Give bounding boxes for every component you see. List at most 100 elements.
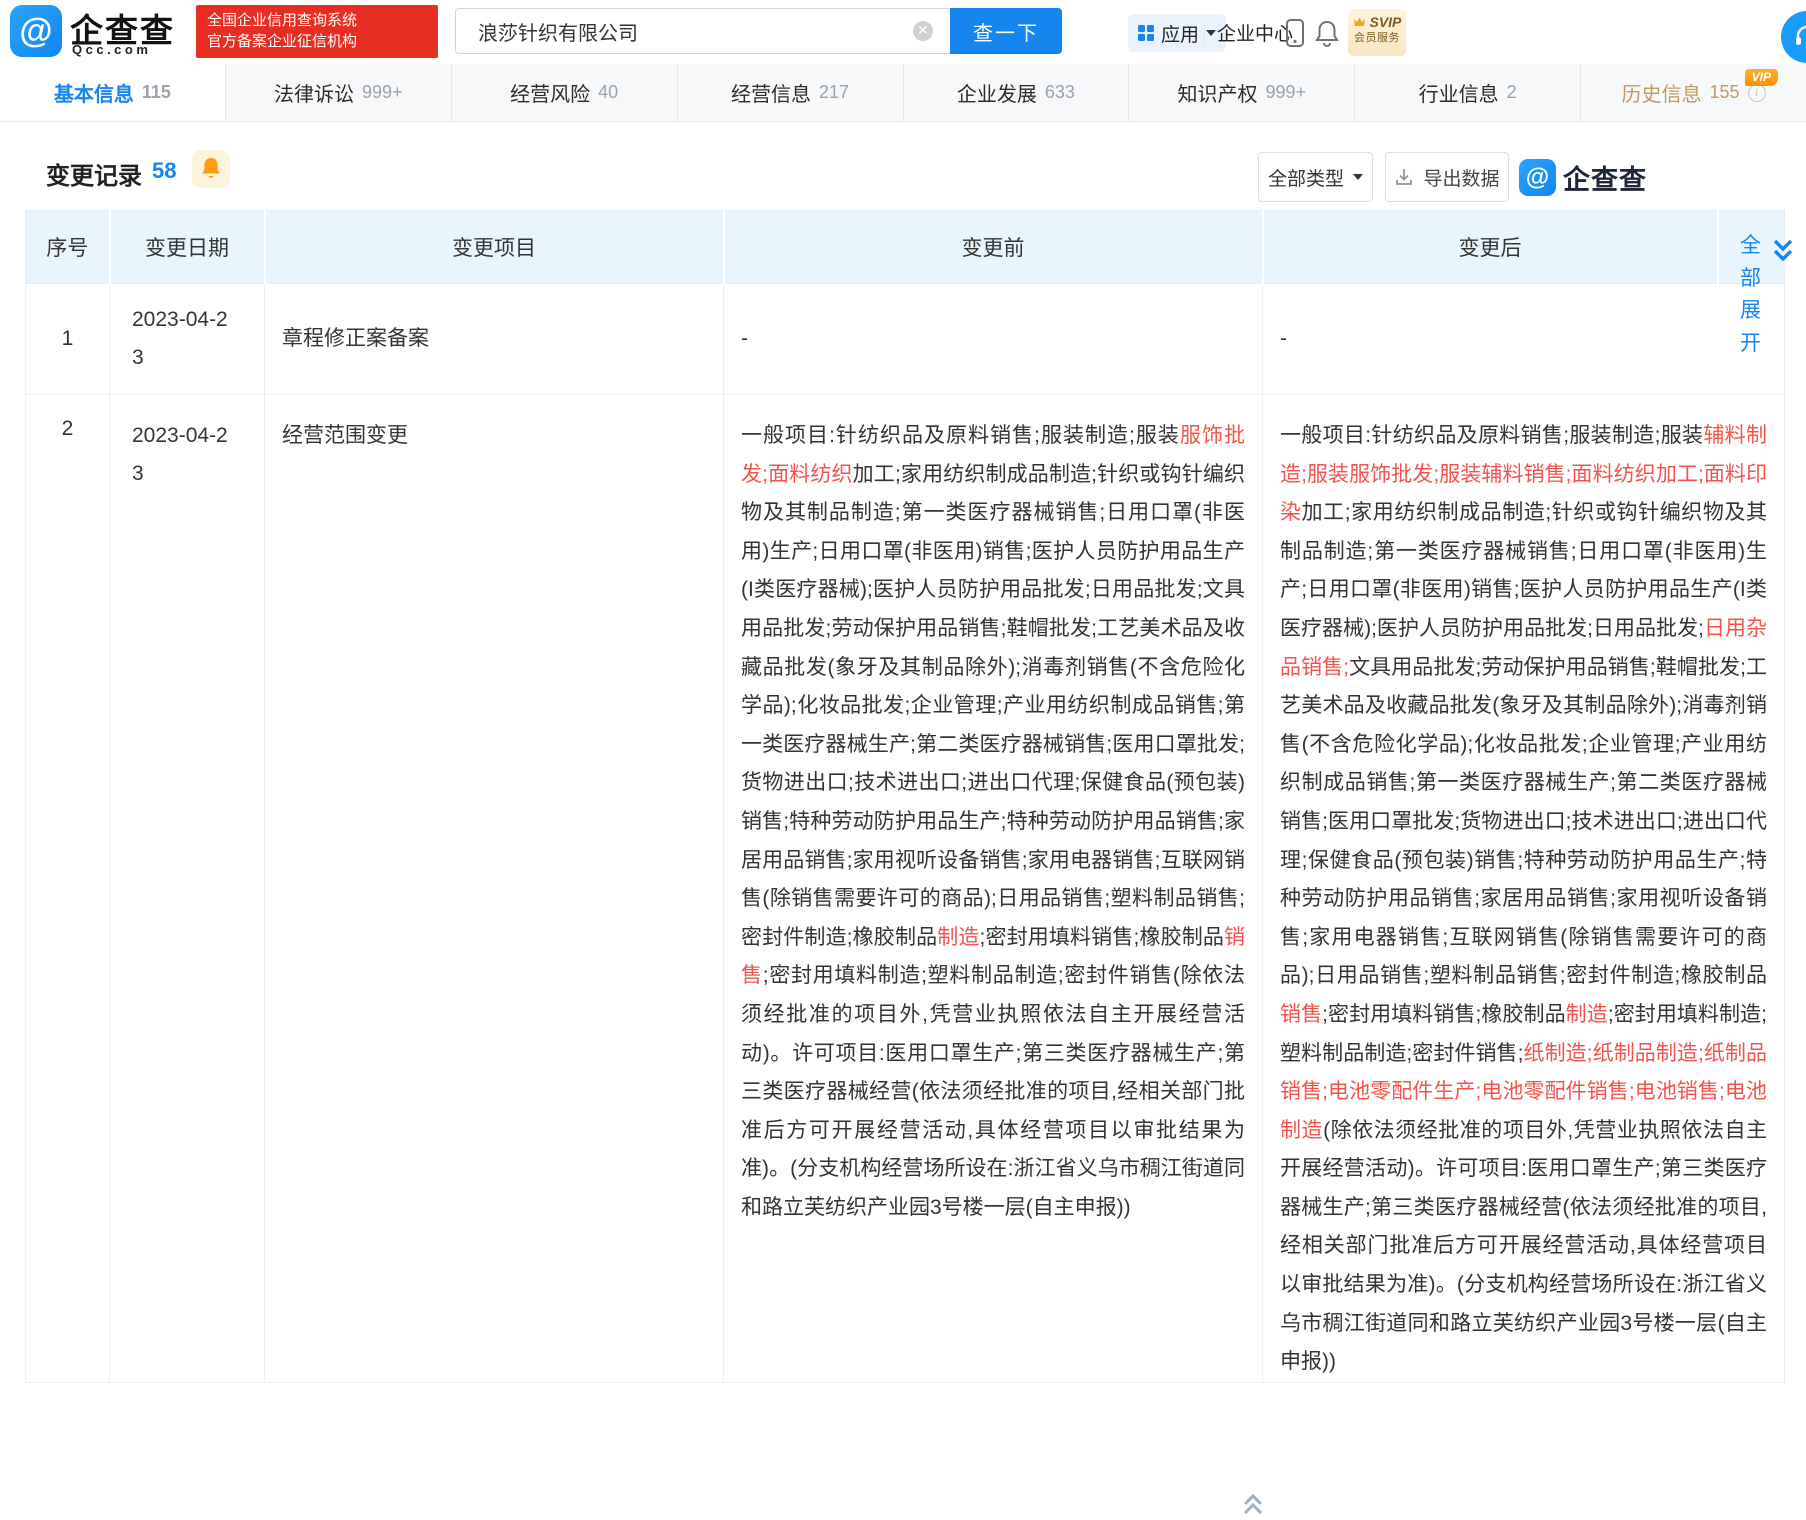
tab-法律诉讼[interactable]: 法律诉讼 999+ <box>225 64 451 121</box>
cell-before: 一般项目:针纺织品及原料销售;服装制造;服装服饰批发;面料纺织加工;家用纺织制成… <box>724 395 1263 1383</box>
qcc-logo-icon[interactable]: @ <box>10 5 62 57</box>
diff-text-red: 制造 <box>1566 1003 1608 1026</box>
col-header-no: 序号 <box>26 211 110 284</box>
collapse-row-button[interactable] <box>1240 1492 1266 1516</box>
chevron-down-icon <box>1353 174 1363 180</box>
tab-count: 217 <box>819 82 849 103</box>
cell-after: 一般项目:针纺织品及原料销售;服装制造;服装辅料制造;服装服饰批发;服装辅料销售… <box>1263 395 1785 1383</box>
tab-历史信息[interactable]: 历史信息 155 VIPi <box>1580 64 1806 121</box>
customer-service-button[interactable] <box>1781 11 1806 63</box>
qcc-watermark-text: 企查查 <box>1563 158 1647 197</box>
tab-行业信息[interactable]: 行业信息 2 <box>1354 64 1580 121</box>
tab-知识产权[interactable]: 知识产权 999+ <box>1128 64 1354 121</box>
tab-label: 企业发展 <box>957 78 1037 107</box>
cell-after: - <box>1263 284 1785 395</box>
export-data-label: 导出数据 <box>1423 164 1499 191</box>
tab-经营信息[interactable]: 经营信息 217 <box>677 64 903 121</box>
subscribe-bell-button[interactable] <box>192 150 230 188</box>
table-header-row: 序号 变更日期 变更项目 变更前 变更后 全部展开 <box>26 211 1785 284</box>
chevron-double-down-icon[interactable] <box>1771 237 1795 265</box>
change-records-table: 序号 变更日期 变更项目 变更前 变更后 全部展开 12023-04-23章程修… <box>25 210 1785 1383</box>
tab-label: 行业信息 <box>1419 78 1499 107</box>
qcc-watermark-icon: @ <box>1519 159 1556 196</box>
type-filter-label: 全部类型 <box>1268 164 1344 191</box>
certification-badge: 全国企业信用查询系统 官方备案企业征信机构 <box>196 5 438 58</box>
vip-badge: VIP <box>1745 69 1778 86</box>
export-data-button[interactable]: 导出数据 <box>1385 152 1509 202</box>
diff-text: - <box>741 327 748 350</box>
tab-label: 经营信息 <box>731 78 811 107</box>
diff-text-red: 制造 <box>937 926 979 949</box>
search-button[interactable]: 查一下 <box>950 8 1062 54</box>
cell-date: 2023-04-23 <box>110 395 265 1383</box>
tab-count: 2 <box>1507 82 1517 103</box>
tab-经营风险[interactable]: 经营风险 40 <box>451 64 677 121</box>
diff-text: (除依法须经批准的项目外,凭营业执照依法自主开展经营活动)。许可项目:医用口罩生… <box>1280 1119 1767 1374</box>
diff-text: 一般项目:针纺织品及原料销售;服装制造;服装 <box>741 424 1180 447</box>
expand-all-column: 全部展开 <box>1718 211 1785 284</box>
diff-text: 一般项目:针纺织品及原料销售;服装制造;服装 <box>1280 424 1703 447</box>
info-icon[interactable]: i <box>1748 84 1766 102</box>
diff-text: ;密封用填料销售;橡胶制品 <box>1322 1003 1566 1026</box>
tab-count: 155 <box>1710 82 1740 103</box>
crown-icon <box>1353 16 1366 27</box>
download-icon <box>1394 167 1414 187</box>
diff-text: 加工;家用纺织制成品制造;针织或钩针编织物及其制品制造;第一类医疗器械销售;日用… <box>741 463 1245 949</box>
diff-text-red: 销售 <box>1280 1003 1322 1026</box>
company-tab-bar: 基本信息 115 法律诉讼 999+ 经营风险 40 经营信息 217 企业发展 633 知识产权 9… <box>0 64 1806 122</box>
svip-sublabel: 会员服务 <box>1348 31 1406 45</box>
enterprise-center-link[interactable]: 企业中心 <box>1217 19 1293 46</box>
qcc-logo-domain: Qcc.com <box>72 42 151 57</box>
tab-count: 115 <box>142 82 171 103</box>
cell-no: 2 <box>26 395 110 1383</box>
cell-before: - <box>724 284 1263 395</box>
cell-item: 章程修正案备案 <box>265 284 724 395</box>
col-header-before: 变更前 <box>724 211 1263 284</box>
diff-text: 文具用品批发;劳动保护用品销售;鞋帽批发;工艺美术品及收藏品批发(象牙及其制品除… <box>1280 656 1767 988</box>
tab-基本信息[interactable]: 基本信息 115 <box>0 64 225 121</box>
search-input[interactable] <box>455 8 950 54</box>
tab-企业发展[interactable]: 企业发展 633 <box>903 64 1129 121</box>
clear-search-icon[interactable]: ✕ <box>913 21 933 41</box>
diff-text: ;密封用填料制造;塑料制品制造;密封件销售(除依法须经批准的项目外,凭营业执照依… <box>741 964 1245 1219</box>
chevron-down-icon <box>1206 30 1216 36</box>
col-header-item: 变更项目 <box>265 211 724 284</box>
col-header-date: 变更日期 <box>110 211 265 284</box>
diff-text: - <box>1280 327 1287 350</box>
qcc-watermark: @ 企查查 <box>1519 158 1647 197</box>
apps-menu[interactable]: 应用 <box>1128 14 1226 52</box>
svip-label: SVIP <box>1348 13 1406 31</box>
tab-label: 基本信息 <box>54 78 134 107</box>
certification-badge-line1: 全国企业信用查询系统 <box>207 10 427 31</box>
diff-text: ;密封用填料销售;橡胶制品 <box>980 926 1224 949</box>
tab-label: 经营风险 <box>510 78 590 107</box>
tab-count: 633 <box>1045 82 1075 103</box>
diff-text: 加工;家用纺织制成品制造;针织或钩针编织物及其制品制造;第一类医疗器械销售;日用… <box>1280 501 1767 640</box>
expand-all-button[interactable]: 全部展开 <box>1738 230 1764 360</box>
table-row: 22023-04-23经营范围变更一般项目:针纺织品及原料销售;服装制造;服装服… <box>26 395 1785 1383</box>
top-bar: @ 企查查 Qcc.com 全国企业信用查询系统 官方备案企业征信机构 ✕ 查一… <box>0 0 1806 64</box>
tab-label: 历史信息 <box>1622 78 1702 107</box>
cell-item: 经营范围变更 <box>265 395 724 1383</box>
tab-count: 999+ <box>1266 82 1307 103</box>
cell-date: 2023-04-23 <box>110 284 265 395</box>
col-header-after: 变更后 <box>1263 211 1718 284</box>
certification-badge-line2: 官方备案企业征信机构 <box>207 31 427 52</box>
headset-icon <box>1792 22 1806 52</box>
type-filter-dropdown[interactable]: 全部类型 <box>1258 152 1373 202</box>
tab-label: 知识产权 <box>1178 78 1258 107</box>
tab-count: 999+ <box>362 82 403 103</box>
table-row: 12023-04-23章程修正案备案-- <box>26 284 1785 395</box>
divider <box>1204 22 1205 44</box>
tab-label: 法律诉讼 <box>274 78 354 107</box>
section-count: 58 <box>152 158 176 184</box>
bell-icon <box>200 157 222 181</box>
page: @ 企查查 Qcc.com 全国企业信用查询系统 官方备案企业征信机构 ✕ 查一… <box>0 0 1806 1520</box>
tab-count: 40 <box>598 82 618 103</box>
notification-bell-icon[interactable] <box>1314 18 1340 53</box>
svip-member-badge[interactable]: SVIP 会员服务 <box>1348 9 1406 56</box>
section-title: 变更记录 <box>46 156 142 191</box>
mobile-app-icon[interactable] <box>1284 18 1306 53</box>
cell-no: 1 <box>26 284 110 395</box>
apps-grid-icon <box>1138 25 1154 41</box>
